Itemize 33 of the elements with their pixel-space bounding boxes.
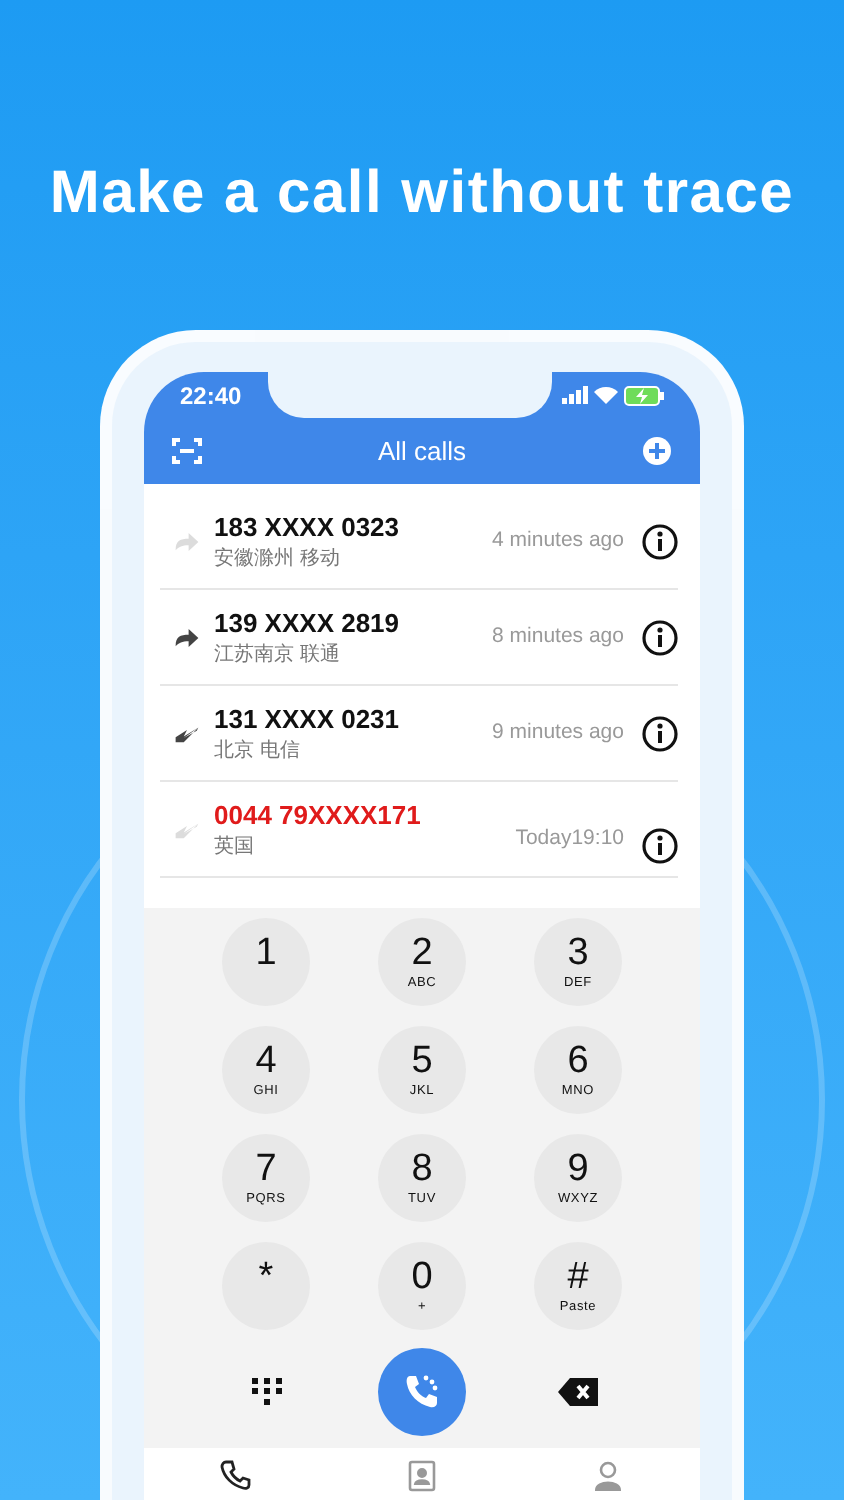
phone-icon xyxy=(402,1372,442,1412)
contact-card-icon[interactable] xyxy=(405,1460,438,1492)
person-icon[interactable] xyxy=(591,1460,624,1492)
battery-icon xyxy=(624,385,664,405)
keypad-key[interactable]: 1 xyxy=(222,918,310,1006)
wifi-icon xyxy=(594,386,618,404)
call-time: 8 minutes ago xyxy=(492,621,624,652)
phone-icon[interactable] xyxy=(220,1460,253,1492)
call-location: 北京 电信 xyxy=(214,739,302,763)
phone-number: 139 XXXX 2819 xyxy=(214,607,402,637)
signal-icon xyxy=(562,386,588,404)
scan-icon[interactable] xyxy=(172,436,202,466)
phone-number: 0044 79XXXX171 xyxy=(214,799,423,829)
phone-number: 131 XXXX 0231 xyxy=(214,703,402,733)
keypad-key[interactable]: * xyxy=(222,1242,310,1330)
info-icon[interactable] xyxy=(642,715,678,751)
dialpad-icon[interactable] xyxy=(251,1378,281,1406)
call-time: 4 minutes ago xyxy=(492,525,624,556)
info-icon[interactable] xyxy=(642,523,678,559)
call-location: 江苏南京 联通 xyxy=(214,643,342,667)
call-time: Today19:10 xyxy=(515,824,624,855)
add-icon[interactable] xyxy=(641,436,672,466)
call-location: 英国 xyxy=(214,835,256,859)
info-icon[interactable] xyxy=(642,619,678,655)
backspace-icon[interactable] xyxy=(558,1378,598,1406)
call-location: 安徽滁州 移动 xyxy=(214,547,342,571)
status-time: 22:40 xyxy=(180,379,242,413)
header-title: All calls xyxy=(377,433,467,470)
call-button[interactable] xyxy=(378,1348,466,1436)
info-icon[interactable] xyxy=(642,828,678,864)
headline: Make a call without trace xyxy=(49,158,795,230)
phone-number: 183 XXXX 0323 xyxy=(214,511,402,541)
call-time: 9 minutes ago xyxy=(492,717,624,748)
